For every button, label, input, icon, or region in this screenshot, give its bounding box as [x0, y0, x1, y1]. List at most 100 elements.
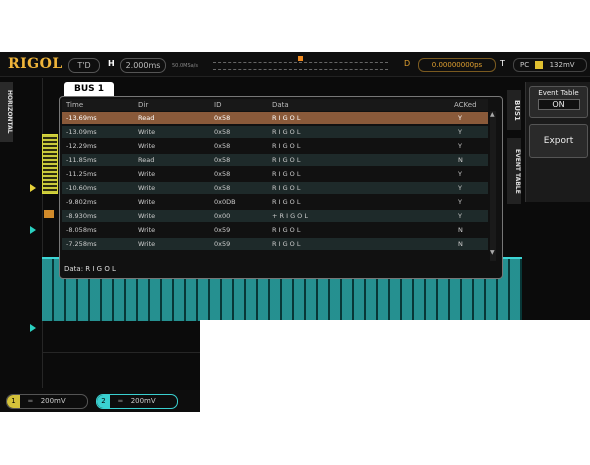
- channel2-marker-icon[interactable]: [30, 226, 36, 234]
- table-row[interactable]: -8.058ms Write 0x59 R I G O L N: [62, 224, 488, 236]
- bus-marker-icon[interactable]: [30, 324, 36, 332]
- t-label: T: [500, 59, 505, 68]
- edge-trigger-icon: [535, 61, 544, 69]
- cell-dir: Write: [138, 212, 156, 220]
- event-table-toggle[interactable]: Event Table ON: [529, 86, 588, 118]
- cell-ack: Y: [458, 184, 462, 192]
- cell-time: -11.25ms: [66, 170, 97, 178]
- cell-id: 0x0DB: [214, 198, 236, 206]
- memory-strip[interactable]: [213, 62, 388, 70]
- trigger-source: PC: [520, 61, 530, 69]
- event-table-window: Time Dir ID Data ACKed -13.69ms Read 0x58 R…: [59, 96, 503, 279]
- channel1-scale: 200mV: [40, 397, 66, 405]
- cell-time: -9.802ms: [66, 198, 97, 206]
- cell-dir: Write: [138, 142, 156, 150]
- cell-ack: Y: [458, 212, 462, 220]
- cell-data: R I G O L: [272, 226, 301, 234]
- cell-dir: Write: [138, 226, 156, 234]
- cell-data: R I G O L: [272, 170, 301, 178]
- cell-ack: N: [458, 156, 463, 164]
- rigol-logo: RIGOL: [8, 56, 63, 72]
- table-row[interactable]: -13.09ms Write 0x58 R I G O L Y: [62, 126, 488, 138]
- trigger-level-marker-icon[interactable]: [44, 210, 54, 218]
- channel2-scale: 200mV: [130, 397, 156, 405]
- cell-id: 0x00: [214, 212, 231, 220]
- cell-ack: Y: [458, 142, 462, 150]
- event-table-tab[interactable]: EVENT TABLE: [507, 138, 521, 204]
- cell-dir: Write: [138, 184, 156, 192]
- table-row[interactable]: -8.930ms Write 0x00 + R I G O L Y: [62, 210, 488, 222]
- h-label: H: [108, 59, 115, 68]
- event-table-title: Event Table: [538, 89, 579, 97]
- cell-dir: Write: [138, 198, 156, 206]
- cell-id: 0x58: [214, 114, 231, 122]
- channel1-waveform: [42, 134, 58, 194]
- table-row[interactable]: -11.85ms Read 0x58 R I G O L N: [62, 154, 488, 166]
- event-table-menu: Event Table ON Export: [525, 82, 590, 202]
- cell-ack: Y: [458, 114, 462, 122]
- bus1-window-tab[interactable]: BUS 1: [64, 82, 114, 97]
- cell-data: R I G O L: [272, 184, 301, 192]
- sample-rate: 50.0MSa/s: [172, 63, 198, 69]
- cell-ack: Y: [458, 198, 462, 206]
- table-row[interactable]: -9.802ms Write 0x0DB R I G O L Y: [62, 196, 488, 208]
- table-row[interactable]: -13.69ms Read 0x58 R I G O L Y: [62, 112, 488, 124]
- scroll-down-icon[interactable]: ▼: [490, 249, 495, 256]
- bus1-tab[interactable]: BUS1: [507, 90, 521, 130]
- table-row[interactable]: -12.29ms Write 0x58 R I G O L Y: [62, 140, 488, 152]
- cell-time: -8.058ms: [66, 226, 97, 234]
- cell-data: R I G O L: [272, 198, 301, 206]
- channel1-marker-icon[interactable]: [30, 184, 36, 192]
- trigger-delay-readout[interactable]: 0.00000000ps: [418, 58, 496, 72]
- cell-id: 0x58: [214, 142, 231, 150]
- table-row[interactable]: -11.25ms Write 0x58 R I G O L Y: [62, 168, 488, 180]
- cell-dir: Write: [138, 170, 156, 178]
- scroll-up-icon[interactable]: ▲: [490, 111, 495, 118]
- cell-data: R I G O L: [272, 156, 301, 164]
- cell-id: 0x58: [214, 128, 231, 136]
- table-scrollbar[interactable]: [490, 111, 496, 261]
- cell-dir: Read: [138, 156, 155, 164]
- cell-dir: Read: [138, 114, 155, 122]
- cell-time: -13.69ms: [66, 114, 97, 122]
- table-row[interactable]: -10.60ms Write 0x58 R I G O L Y: [62, 182, 488, 194]
- d-label: D: [404, 59, 411, 68]
- cell-time: -12.29ms: [66, 142, 97, 150]
- grid-line: [42, 78, 43, 388]
- run-mode-badge[interactable]: T'D: [68, 58, 100, 73]
- cell-ack: Y: [458, 170, 462, 178]
- cell-data: R I G O L: [272, 240, 301, 248]
- col-data: Data: [272, 101, 289, 109]
- cell-time: -11.85ms: [66, 156, 97, 164]
- cell-data: R I G O L: [272, 142, 301, 150]
- col-id: ID: [214, 101, 222, 109]
- dc-coupling-icon: ═: [28, 397, 33, 405]
- cell-id: 0x58: [214, 170, 231, 178]
- blank-overlay: [200, 320, 590, 465]
- top-status-bar: RIGOL T'D H 2.000ms 50.0MSa/s D 0.000000…: [0, 52, 590, 77]
- selected-data-readout: Data: R I G O L: [64, 265, 116, 273]
- trigger-settings[interactable]: PC 132mV: [513, 58, 587, 72]
- table-header: Time Dir ID Data ACKed: [62, 99, 488, 111]
- timebase-readout[interactable]: 2.000ms: [120, 58, 166, 73]
- cell-time: -8.930ms: [66, 212, 97, 220]
- col-acked: ACKed: [454, 101, 477, 109]
- channel2-number: 2: [97, 395, 110, 408]
- cell-data: R I G O L: [272, 114, 301, 122]
- cell-dir: Write: [138, 240, 156, 248]
- cell-data: + R I G O L: [272, 212, 308, 220]
- cell-time: -7.258ms: [66, 240, 97, 248]
- event-table-state: ON: [537, 99, 580, 110]
- cell-time: -10.60ms: [66, 184, 97, 192]
- cell-time: -13.09ms: [66, 128, 97, 136]
- horizontal-tab[interactable]: HORIZONTAL: [0, 82, 13, 142]
- export-button[interactable]: Export: [529, 124, 588, 158]
- channel2-badge[interactable]: 2 ═ 200mV: [96, 394, 178, 409]
- table-row[interactable]: -7.258ms Write 0x59 R I G O L N: [62, 238, 488, 250]
- channel1-number: 1: [7, 395, 20, 408]
- cell-ack: N: [458, 226, 463, 234]
- cell-data: R I G O L: [272, 128, 301, 136]
- channel1-badge[interactable]: 1 ═ 200mV: [6, 394, 88, 409]
- trigger-level: 132mV: [549, 61, 575, 69]
- col-dir: Dir: [138, 101, 149, 109]
